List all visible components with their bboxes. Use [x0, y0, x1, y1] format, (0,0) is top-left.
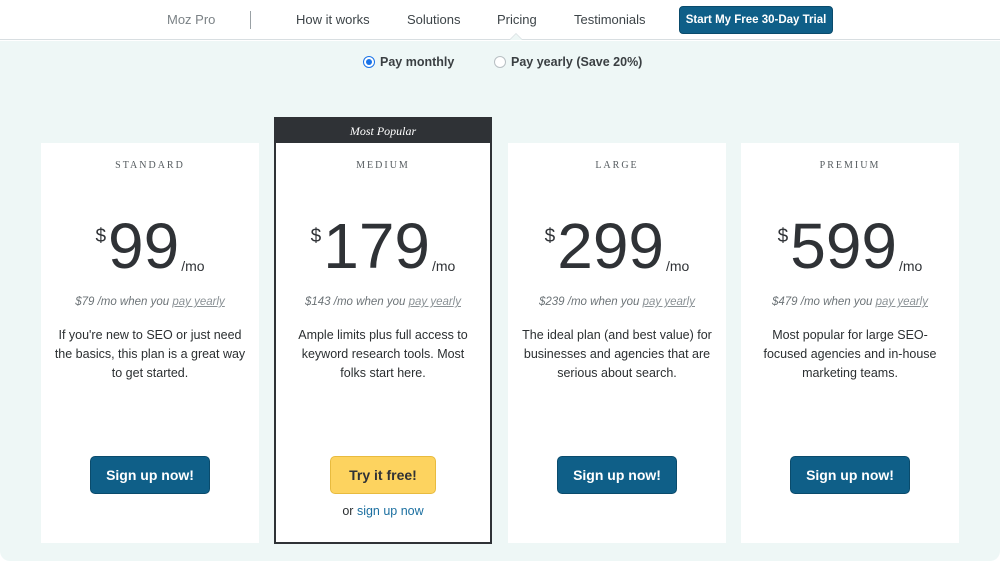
plan-description: Ample limits plus full access to keyword…: [298, 328, 468, 380]
yearly-price-text: $79 /mo when you: [75, 296, 170, 308]
pay-yearly-link[interactable]: pay yearly: [409, 296, 461, 308]
or-text: or: [342, 504, 354, 518]
price-amount: 179: [323, 210, 431, 282]
price-period: /mo: [666, 258, 690, 274]
try-it-free-button[interactable]: Try it free!: [330, 456, 436, 494]
plan-card-premium: PREMIUM $ 599 /mo $479 /mo when you pay …: [741, 143, 959, 543]
top-nav: Moz Pro How it works Solutions Pricing T…: [0, 0, 1000, 40]
yearly-price-text: $479 /mo when you: [772, 296, 873, 308]
plan-description: If you're new to SEO or just need the ba…: [54, 328, 246, 380]
plan-card-standard: STANDARD $ 99 /mo $79 /mo when you pay y…: [41, 143, 259, 543]
pay-monthly-radio[interactable]: [363, 56, 375, 68]
yearly-price-note: $239 /mo when you pay yearly: [508, 296, 726, 308]
pricing-section: Pay monthly Pay yearly (Save 20%) STANDA…: [0, 41, 1000, 561]
plan-description: Most popular for large SEO-focused agenc…: [763, 328, 937, 380]
sign-up-button-large[interactable]: Sign up now!: [557, 456, 677, 494]
price-period: /mo: [432, 258, 456, 274]
nav-brand-moz-pro[interactable]: Moz Pro: [167, 12, 215, 27]
secondary-signup: or sign up now: [276, 504, 490, 518]
yearly-price-text: $239 /mo when you: [539, 296, 640, 308]
nav-link-how-it-works[interactable]: How it works: [296, 12, 370, 27]
plan-price: $ 179 /mo: [276, 211, 490, 281]
pay-yearly-label: Pay yearly (Save 20%): [511, 55, 643, 69]
plan-tier: MEDIUM: [356, 160, 410, 171]
plan-price: $ 299 /mo: [508, 211, 726, 281]
plan-tier: LARGE: [595, 160, 639, 171]
price-amount: 99: [108, 210, 180, 282]
billing-toggle: Pay monthly Pay yearly (Save 20%): [0, 55, 1000, 73]
sign-up-button-premium[interactable]: Sign up now!: [790, 456, 910, 494]
active-nav-caret-icon: [509, 33, 523, 40]
most-popular-ribbon: Most Popular: [276, 119, 490, 143]
pay-yearly-option[interactable]: Pay yearly (Save 20%): [494, 55, 642, 69]
price-currency: $: [310, 226, 322, 247]
plan-description: The ideal plan (and best value) for busi…: [522, 328, 712, 380]
nav-link-testimonials[interactable]: Testimonials: [574, 12, 646, 27]
yearly-price-note: $143 /mo when you pay yearly: [276, 296, 490, 308]
price-period: /mo: [899, 258, 923, 274]
price-period: /mo: [181, 258, 205, 274]
price-currency: $: [544, 226, 556, 247]
price-amount: 599: [790, 210, 898, 282]
nav-link-solutions[interactable]: Solutions: [407, 12, 460, 27]
plan-tier: PREMIUM: [819, 160, 881, 171]
yearly-price-note: $479 /mo when you pay yearly: [741, 296, 959, 308]
price-currency: $: [95, 226, 107, 247]
sign-up-button-standard[interactable]: Sign up now!: [90, 456, 210, 494]
yearly-price-text: $143 /mo when you: [305, 296, 406, 308]
plan-card-medium: Most Popular MEDIUM $ 179 /mo $143 /mo w…: [274, 117, 492, 544]
pay-yearly-radio[interactable]: [494, 56, 506, 68]
plan-price: $ 599 /mo: [741, 211, 959, 281]
plan-card-large: LARGE $ 299 /mo $239 /mo when you pay ye…: [508, 143, 726, 543]
sign-up-now-link[interactable]: sign up now: [357, 504, 424, 518]
price-currency: $: [777, 226, 789, 247]
pay-yearly-link[interactable]: pay yearly: [876, 296, 928, 308]
pay-yearly-link[interactable]: pay yearly: [172, 296, 224, 308]
price-amount: 299: [557, 210, 665, 282]
plan-tier: STANDARD: [115, 160, 185, 171]
plan-price: $ 99 /mo: [41, 211, 259, 281]
start-free-trial-button[interactable]: Start My Free 30-Day Trial: [679, 6, 833, 34]
pay-yearly-link[interactable]: pay yearly: [643, 296, 695, 308]
nav-divider: [250, 11, 251, 29]
nav-link-pricing[interactable]: Pricing: [497, 12, 537, 27]
pay-monthly-option[interactable]: Pay monthly: [363, 55, 454, 69]
yearly-price-note: $79 /mo when you pay yearly: [41, 296, 259, 308]
pay-monthly-label: Pay monthly: [380, 55, 455, 69]
